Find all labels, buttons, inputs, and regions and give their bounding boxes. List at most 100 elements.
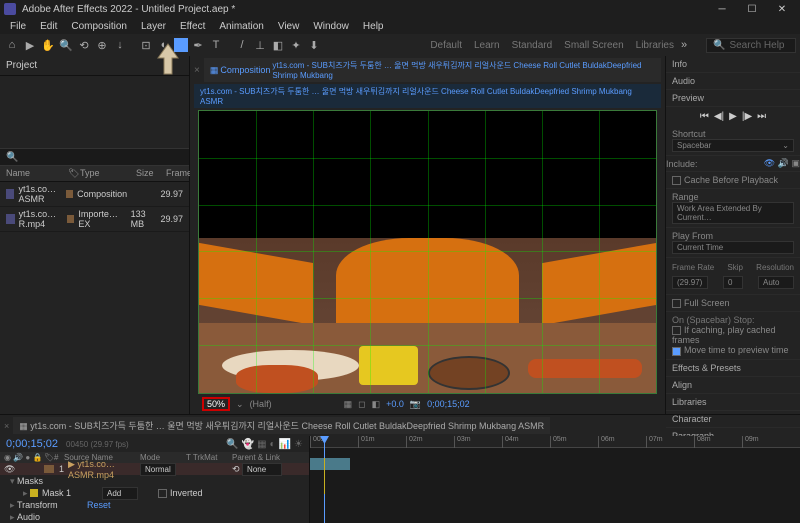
movetime-checkbox[interactable] bbox=[672, 347, 681, 356]
framerate-dropdown[interactable]: (29.97) bbox=[672, 276, 708, 289]
project-item[interactable]: yt1s.co…R.mp4Importe…EX133 MB29.97 bbox=[0, 207, 189, 232]
eraser-tool[interactable]: ◧ bbox=[270, 37, 286, 53]
masks-row[interactable]: ▾Masks bbox=[0, 475, 309, 487]
maximize-button[interactable]: ☐ bbox=[738, 2, 766, 16]
roto-tool[interactable]: ✦ bbox=[288, 37, 304, 53]
close-button[interactable]: ✕ bbox=[768, 2, 796, 16]
first-frame-button[interactable]: ⏮ bbox=[700, 111, 709, 122]
timeline-tab[interactable]: ▦ yt1s.com - SUB치즈가득 두툼한 … 울면 먹방 새우튀김까지 … bbox=[13, 417, 550, 434]
align-panel[interactable]: Align bbox=[666, 377, 800, 394]
graph-icon[interactable]: 📊 bbox=[279, 439, 291, 450]
comp-breadcrumb[interactable]: yt1s.com - SUB치즈가득 두툼한 … 울면 먹방 새우튀김까지 리얼… bbox=[194, 84, 661, 108]
menu-file[interactable]: File bbox=[4, 20, 32, 33]
comp-tab[interactable]: ▦ Composition yt1s.com - SUB치즈가득 두툼한 … 울… bbox=[204, 58, 661, 82]
orbit-tool[interactable]: ⟲ bbox=[76, 37, 92, 53]
parent-dropdown[interactable]: None bbox=[242, 463, 282, 476]
speaker-icon[interactable]: 🔊 bbox=[778, 158, 789, 168]
selection-tool[interactable]: ▶ bbox=[22, 37, 38, 53]
camera-tool[interactable]: ⊕ bbox=[94, 37, 110, 53]
zoom-dropdown-icon[interactable]: ⌄ bbox=[236, 399, 244, 410]
col-type[interactable]: Type bbox=[80, 168, 136, 179]
inverted-checkbox[interactable] bbox=[158, 489, 167, 498]
play-button[interactable]: ▶ bbox=[729, 111, 737, 122]
mask-mode-dropdown[interactable]: Add bbox=[102, 487, 138, 500]
time-tick: 02m bbox=[406, 436, 423, 448]
pen-tool[interactable]: ✒ bbox=[190, 37, 206, 53]
menu-view[interactable]: View bbox=[272, 20, 306, 33]
range-dropdown[interactable]: Work Area Extended By Current… bbox=[672, 202, 794, 224]
cache-checkbox[interactable] bbox=[672, 176, 681, 185]
workspace-standard[interactable]: Standard bbox=[512, 40, 553, 51]
mask-keyframe[interactable] bbox=[324, 458, 325, 494]
reset-button[interactable]: Reset bbox=[87, 500, 111, 510]
effects-panel[interactable]: Effects & Presets bbox=[666, 360, 800, 377]
prev-frame-button[interactable]: ◀| bbox=[714, 111, 724, 122]
menu-window[interactable]: Window bbox=[307, 20, 355, 33]
workspace-learn[interactable]: Learn bbox=[474, 40, 500, 51]
workspace-small-screen[interactable]: Small Screen bbox=[564, 40, 623, 51]
ifcaching-checkbox[interactable] bbox=[672, 326, 681, 335]
menu-edit[interactable]: Edit bbox=[34, 20, 63, 33]
menu-effect[interactable]: Effect bbox=[174, 20, 211, 33]
search-icon[interactable]: 🔍 bbox=[226, 439, 238, 450]
eye-icon[interactable]: 👁 bbox=[764, 158, 775, 168]
last-frame-button[interactable]: ⏭ bbox=[757, 111, 766, 122]
home-tool[interactable]: ⌂ bbox=[4, 37, 20, 53]
project-item[interactable]: yt1s.co…ASMRComposition29.97 bbox=[0, 182, 189, 207]
overlay-icon[interactable]: ▣ bbox=[791, 158, 800, 168]
current-time[interactable]: 0;00;15;02 bbox=[6, 438, 58, 450]
info-panel[interactable]: Info bbox=[666, 56, 800, 73]
clone-tool[interactable]: ⊥ bbox=[252, 37, 268, 53]
type-tool[interactable]: T bbox=[208, 37, 224, 53]
mask1-row[interactable]: ▸ Mask 1 Add Inverted bbox=[0, 487, 309, 499]
next-frame-button[interactable]: |▶ bbox=[742, 111, 752, 122]
col-name[interactable]: Name bbox=[6, 168, 68, 179]
frame-blend-icon[interactable]: ▦ bbox=[257, 439, 266, 450]
playfrom-dropdown[interactable]: Current Time bbox=[672, 241, 794, 254]
project-search[interactable]: 🔍 bbox=[0, 148, 189, 166]
brush-tool[interactable]: / bbox=[234, 37, 250, 53]
snapshot-icon[interactable]: 📷 bbox=[410, 399, 421, 410]
menu-composition[interactable]: Composition bbox=[65, 20, 133, 33]
layer-row[interactable]: 👁 1 ▶ yt1s.co…ASMR.mp4 Normal ⟲ None bbox=[0, 463, 309, 475]
menu-animation[interactable]: Animation bbox=[213, 20, 269, 33]
time-tick: 08m bbox=[694, 436, 711, 448]
preview-panel[interactable]: Preview bbox=[666, 90, 800, 107]
layer-clip[interactable] bbox=[310, 458, 350, 470]
col-size[interactable]: Size bbox=[136, 168, 166, 179]
hand-tool[interactable]: ✋ bbox=[40, 37, 56, 53]
mask-icon[interactable]: ◻ bbox=[358, 399, 365, 410]
puppet-tool[interactable]: ⬇ bbox=[306, 37, 322, 53]
pan-behind-tool[interactable]: ↓ bbox=[112, 37, 128, 53]
fullscreen-checkbox[interactable] bbox=[672, 299, 681, 308]
col-tag-icon[interactable]: 🏷 bbox=[68, 168, 80, 179]
res-dropdown[interactable]: Auto bbox=[758, 276, 794, 289]
audio-panel[interactable]: Audio bbox=[666, 73, 800, 90]
zoom-tool[interactable]: 🔍 bbox=[58, 37, 74, 53]
resolution-dropdown[interactable]: (Half) bbox=[250, 399, 272, 409]
shy-icon[interactable]: 👻 bbox=[242, 439, 254, 450]
transform-row[interactable]: ▸TransformReset bbox=[0, 499, 309, 511]
menu-help[interactable]: Help bbox=[357, 20, 390, 33]
exposure-val[interactable]: +0.0 bbox=[386, 399, 404, 409]
motion-blur-icon[interactable]: ◐ bbox=[270, 439, 276, 450]
workspace-libraries[interactable]: Libraries bbox=[636, 40, 674, 51]
skip-dropdown[interactable]: 0 bbox=[723, 276, 743, 289]
libraries-panel[interactable]: Libraries bbox=[666, 394, 800, 411]
workspace-default[interactable]: Default bbox=[430, 40, 462, 51]
mode-dropdown[interactable]: Normal bbox=[140, 463, 176, 476]
viewer[interactable] bbox=[198, 110, 657, 394]
adj-icon[interactable]: ☀ bbox=[294, 439, 303, 450]
zoom-level[interactable]: 50% bbox=[202, 397, 230, 411]
shortcut-dropdown[interactable]: Spacebar ⌄ bbox=[672, 139, 794, 152]
workspace-menu[interactable]: » bbox=[676, 37, 692, 53]
minimize-button[interactable]: ─ bbox=[708, 2, 736, 16]
search-help[interactable]: 🔍 Search Help bbox=[706, 38, 796, 53]
audio-row[interactable]: ▸Audio bbox=[0, 511, 309, 523]
rgb-icon[interactable]: ◧ bbox=[372, 399, 381, 410]
time-tick: 09m bbox=[742, 436, 759, 448]
anchor-tool[interactable]: ⊡ bbox=[138, 37, 154, 53]
menu-layer[interactable]: Layer bbox=[135, 20, 172, 33]
timecode[interactable]: 0;00;15;02 bbox=[427, 399, 470, 409]
grid-icon[interactable]: ▦ bbox=[344, 399, 353, 410]
